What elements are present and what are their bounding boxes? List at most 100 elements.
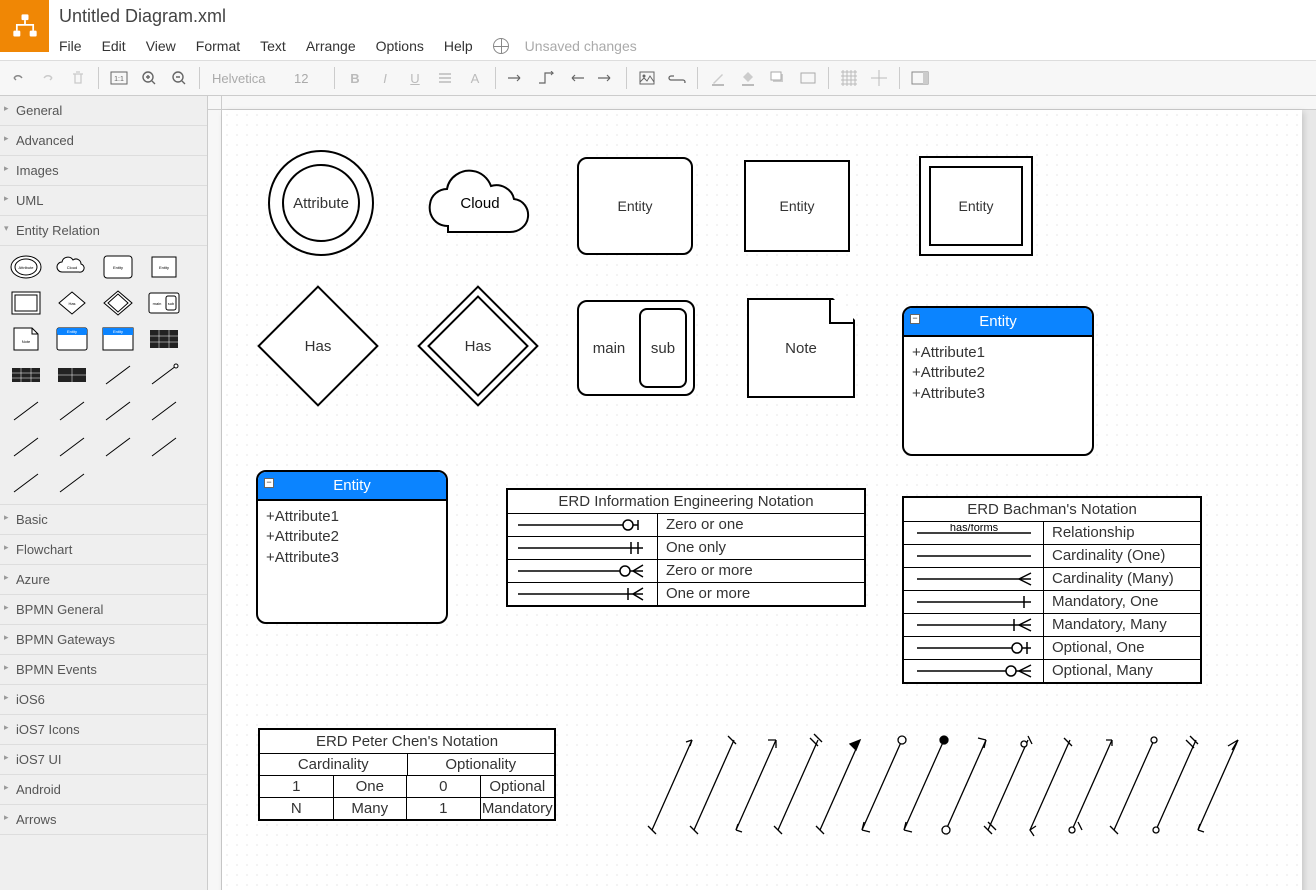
menu-view[interactable]: View [136, 34, 186, 58]
palette-line10[interactable] [142, 430, 186, 464]
palette-attribute[interactable]: Attribute [4, 250, 48, 284]
grid-button[interactable] [835, 64, 863, 92]
delete-button[interactable] [64, 64, 92, 92]
palette-line8[interactable] [50, 430, 94, 464]
guides-button[interactable] [865, 64, 893, 92]
menu-file[interactable]: File [59, 34, 92, 58]
palette-table-dark3[interactable] [50, 358, 94, 392]
svg-text:Entity: Entity [113, 329, 123, 334]
zoom-in-button[interactable] [135, 64, 163, 92]
shape-entity-rounded[interactable]: Entity [577, 157, 693, 255]
canvas[interactable]: Attribute Cloud Entity Entity Entity Has… [222, 110, 1302, 890]
table-chen-notation[interactable]: ERD Peter Chen's Notation CardinalityOpt… [258, 728, 556, 821]
header: Untitled Diagram.xml File Edit View Form… [0, 0, 1316, 60]
shape-attribute[interactable]: Attribute [268, 150, 374, 256]
shape-entity-card-2[interactable]: −Entity +Attribute1 +Attribute2 +Attribu… [256, 470, 448, 624]
actual-size-button[interactable]: 1:1 [105, 64, 133, 92]
palette-entity-square[interactable]: Entity [142, 250, 186, 284]
palette-entity-round[interactable]: Entity [96, 250, 140, 284]
shape-entity-card-1[interactable]: −Entity +Attribute1 +Attribute2 +Attribu… [902, 306, 1094, 456]
italic-button[interactable]: I [371, 64, 399, 92]
palette-line2[interactable] [142, 358, 186, 392]
palette-line9[interactable] [96, 430, 140, 464]
palette-line11[interactable] [4, 466, 48, 500]
sidebar-cat-bpmn-general[interactable]: BPMN General [0, 595, 207, 625]
sidebar-cat-uml[interactable]: UML [0, 186, 207, 216]
svg-text:Note: Note [22, 339, 31, 344]
shape-has-double[interactable]: Has [418, 286, 538, 406]
sidebar-cat-flowchart[interactable]: Flowchart [0, 535, 207, 565]
sidebar-cat-ios7-icons[interactable]: iOS7 Icons [0, 715, 207, 745]
palette-entity-card-blue2[interactable]: Entity [96, 322, 140, 356]
font-color-button[interactable]: A [461, 64, 489, 92]
sidebar-cat-azure[interactable]: Azure [0, 565, 207, 595]
insert-image-button[interactable] [633, 64, 661, 92]
sidebar-cat-ios6[interactable]: iOS6 [0, 685, 207, 715]
edit-style-button[interactable] [794, 64, 822, 92]
canvas-area[interactable]: Attribute Cloud Entity Entity Entity Has… [208, 96, 1316, 890]
shape-entity-double[interactable]: Entity [919, 156, 1033, 256]
palette-cloud[interactable]: Cloud [50, 250, 94, 284]
shape-note[interactable]: Note [747, 298, 855, 398]
table-bachman-notation[interactable]: ERD Bachman's Notation has/formsRelation… [902, 496, 1202, 684]
zoom-out-button[interactable] [165, 64, 193, 92]
format-panel-button[interactable] [906, 64, 934, 92]
line-color-button[interactable] [704, 64, 732, 92]
sidebar-cat-advanced[interactable]: Advanced [0, 126, 207, 156]
menu-help[interactable]: Help [434, 34, 483, 58]
font-family-field[interactable] [206, 69, 286, 88]
underline-button[interactable]: U [401, 64, 429, 92]
connector-samples[interactable] [642, 730, 1282, 853]
shape-has[interactable]: Has [258, 286, 378, 406]
sidebar-cat-bpmn-events[interactable]: BPMN Events [0, 655, 207, 685]
line-start-button[interactable] [562, 64, 590, 92]
palette-line1[interactable] [96, 358, 140, 392]
undo-button[interactable] [4, 64, 32, 92]
palette-line6[interactable] [142, 394, 186, 428]
sidebar-cat-android[interactable]: Android [0, 775, 207, 805]
sidebar-cat-bpmn-gateways[interactable]: BPMN Gateways [0, 625, 207, 655]
menu-arrange[interactable]: Arrange [296, 34, 366, 58]
palette-mainsub[interactable]: mainsub [142, 286, 186, 320]
palette-table-dark2[interactable] [4, 358, 48, 392]
palette-table-dark[interactable] [142, 322, 186, 356]
shape-cloud[interactable]: Cloud [420, 158, 540, 251]
palette-line12[interactable] [50, 466, 94, 500]
sidebar-cat-arrows[interactable]: Arrows [0, 805, 207, 835]
sidebar-cat-ios7-ui[interactable]: iOS7 UI [0, 745, 207, 775]
collapse-icon[interactable]: − [264, 478, 274, 488]
waypoint-button[interactable] [532, 64, 560, 92]
document-title[interactable]: Untitled Diagram.xml [59, 6, 1316, 27]
palette-entity-card-blue[interactable]: Entity [50, 322, 94, 356]
connection-button[interactable] [502, 64, 530, 92]
palette-entity-double[interactable] [4, 286, 48, 320]
palette-line5[interactable] [96, 394, 140, 428]
sidebar-cat-entity-relation[interactable]: Entity Relation [0, 216, 207, 246]
palette-has-double[interactable] [96, 286, 140, 320]
menu-options[interactable]: Options [366, 34, 434, 58]
menu-edit[interactable]: Edit [92, 34, 136, 58]
shape-entity-square[interactable]: Entity [744, 160, 850, 252]
bold-button[interactable]: B [341, 64, 369, 92]
palette-has[interactable]: Has [50, 286, 94, 320]
font-size-field[interactable] [288, 69, 328, 88]
palette-line3[interactable] [4, 394, 48, 428]
shape-mainsub[interactable]: main sub [577, 300, 695, 396]
palette-line7[interactable] [4, 430, 48, 464]
shadow-button[interactable] [764, 64, 792, 92]
menu-text[interactable]: Text [250, 34, 296, 58]
sidebar-cat-images[interactable]: Images [0, 156, 207, 186]
sidebar-cat-basic[interactable]: Basic [0, 505, 207, 535]
palette-note[interactable]: Note [4, 322, 48, 356]
table-ie-notation[interactable]: ERD Information Engineering Notation Zer… [506, 488, 866, 607]
collapse-icon[interactable]: − [910, 314, 920, 324]
insert-link-button[interactable] [663, 64, 691, 92]
sidebar-cat-general[interactable]: General [0, 96, 207, 126]
fill-color-button[interactable] [734, 64, 762, 92]
palette-line4[interactable] [50, 394, 94, 428]
language-button[interactable] [483, 33, 519, 58]
redo-button[interactable] [34, 64, 62, 92]
align-button[interactable] [431, 64, 459, 92]
menu-format[interactable]: Format [186, 34, 250, 58]
line-end-button[interactable] [592, 64, 620, 92]
